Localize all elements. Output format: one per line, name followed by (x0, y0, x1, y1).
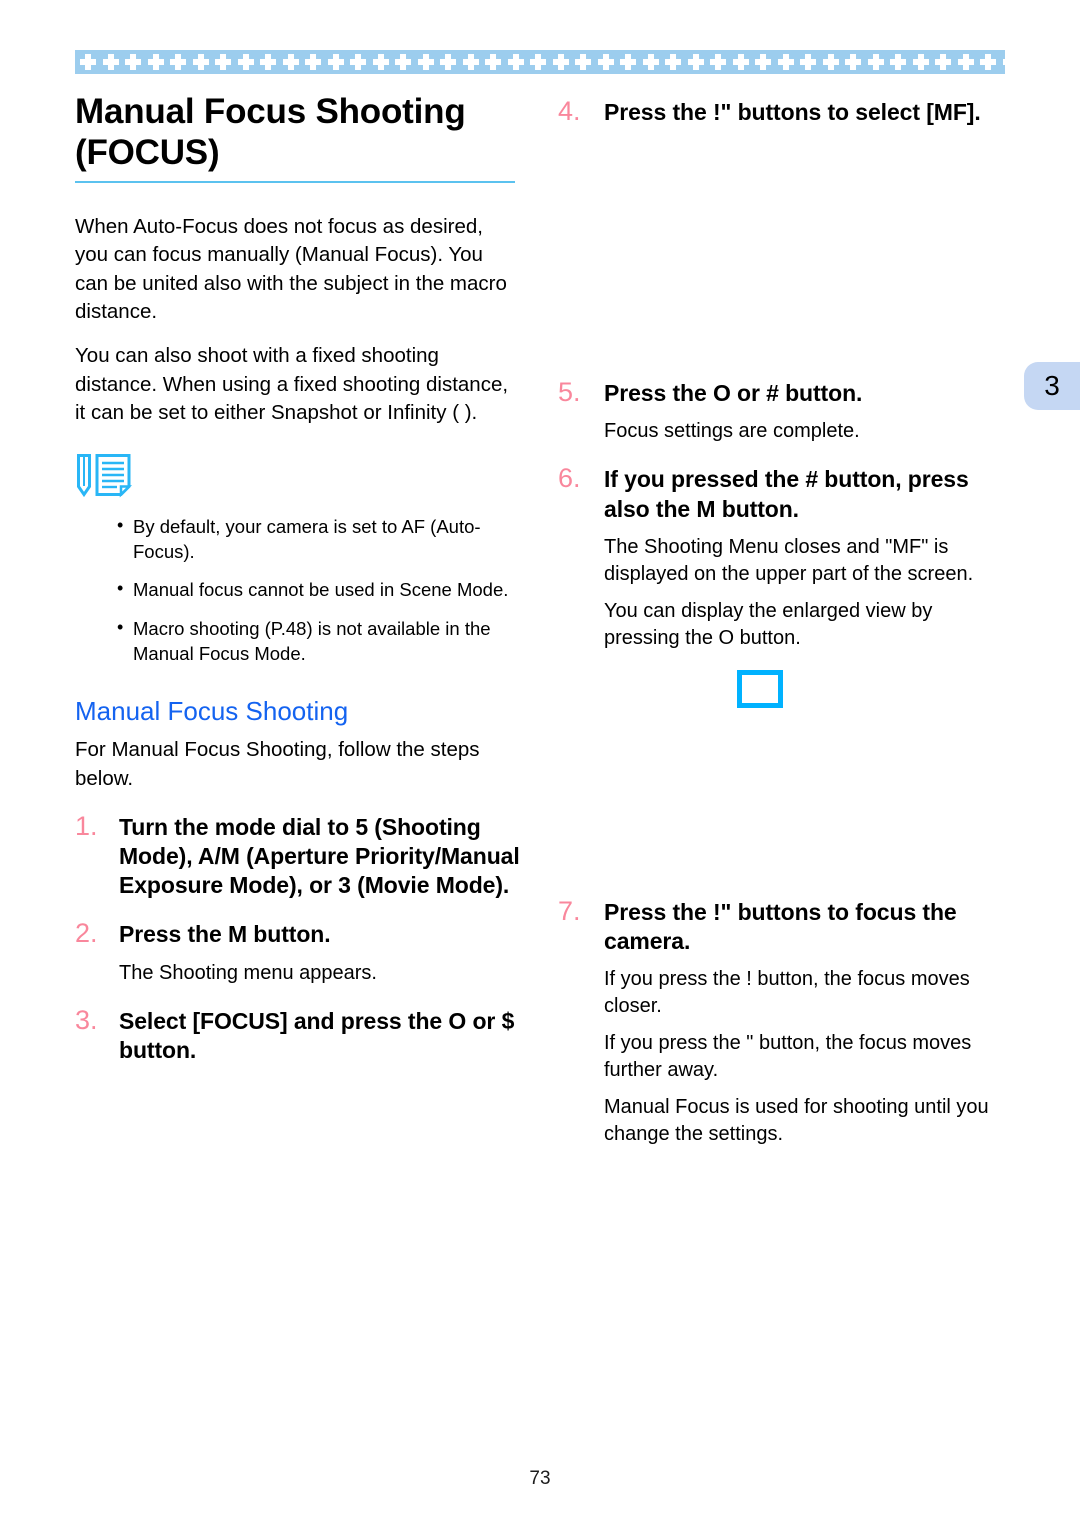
step-description: If you press the " button, the focus mov… (604, 1032, 972, 1082)
section-lead-paragraph: For Manual Focus Shooting, follow the st… (75, 738, 480, 790)
step-description: Focus settings are complete. (604, 420, 860, 443)
step-title: Press the !" buttons to select [MF]. (604, 99, 981, 125)
memo-note-item: Macro shooting (P.48) is not available i… (75, 616, 520, 666)
clover-motif-icon (417, 54, 434, 70)
clover-motif-icon (125, 54, 141, 70)
step-number: 3. (75, 1004, 98, 1035)
step-description: Manual Focus is used for shooting until … (604, 1096, 989, 1146)
clover-motif-icon (485, 54, 501, 70)
clover-motif-icon (507, 54, 524, 70)
step-item-5: 5. Press the O or # button. Focus settin… (558, 377, 1003, 445)
step-title: Select [FOCUS] and press the O or $ butt… (119, 1007, 515, 1063)
clover-motif-icon (710, 54, 726, 70)
memo-note-item: Manual focus cannot be used in Scene Mod… (75, 577, 520, 603)
clover-motif-icon (192, 54, 209, 70)
step-number: 1. (75, 810, 98, 841)
intro-paragraph-2: You can also shoot with a fixed shooting… (75, 344, 509, 424)
figure-placeholder-area (558, 708, 1003, 878)
figure-placeholder-area (558, 127, 1003, 359)
step-item-6: 6. If you pressed the # button, press al… (558, 463, 1003, 708)
manual-page: 3 Manual Focus Shooting (FOCUS) When Aut… (0, 0, 1080, 1528)
clover-motif-icon (575, 54, 591, 70)
intro-paragraph-1: When Auto-Focus does not focus as desire… (75, 215, 507, 324)
clover-motif-icon (102, 54, 119, 70)
chapter-tab: 3 (1024, 362, 1080, 410)
memo-note-list: By default, your camera is set to AF (Au… (75, 514, 520, 666)
step-description: You can display the enlarged view by pre… (604, 599, 933, 649)
clover-motif-icon (327, 54, 344, 70)
memo-note-icon (77, 454, 133, 498)
clover-motif-icon (1002, 54, 1005, 70)
step-item-1: 1. Turn the mode dial to 5 (Shooting Mod… (75, 810, 520, 901)
step-title: Turn the mode dial to 5 (Shooting Mode),… (119, 813, 520, 899)
clover-motif-icon (620, 54, 636, 70)
clover-motif-icon (732, 54, 749, 70)
step-title: Press the !" buttons to focus the camera… (604, 898, 957, 955)
step-item-7: 7. Press the !" buttons to focus the cam… (558, 895, 1003, 1148)
page-number: 73 (529, 1468, 551, 1489)
clover-motif-icon (845, 54, 861, 70)
step-number: 5. (558, 377, 581, 408)
clover-motif-icon (237, 54, 254, 70)
clover-motif-icon (282, 54, 299, 70)
step-number: 4. (558, 96, 581, 126)
step-title: If you pressed the # button, press also … (604, 466, 969, 522)
clover-motif-icon (912, 54, 929, 70)
decorative-motif-row (75, 50, 1005, 74)
page-title-line2: (FOCUS) (75, 132, 220, 172)
screen-placeholder-box (737, 669, 783, 708)
step-number: 7. (558, 895, 581, 926)
step-item-4: 4. Press the !" buttons to select [MF]. (558, 96, 1003, 127)
clover-motif-icon (687, 54, 704, 70)
right-column: 4. Press the !" buttons to select [MF]. … (558, 96, 1003, 1148)
clover-motif-icon (665, 54, 681, 70)
page-title-line1: Manual Focus Shooting (75, 92, 466, 131)
clover-motif-icon (980, 54, 996, 70)
chapter-tab-number: 3 (1044, 370, 1060, 401)
clover-motif-icon (395, 54, 411, 70)
clover-motif-icon (957, 54, 974, 70)
left-column: Manual Focus Shooting (FOCUS) When Auto-… (75, 92, 520, 1065)
clover-motif-icon (80, 54, 96, 70)
clover-motif-icon (440, 54, 456, 70)
clover-motif-icon (260, 54, 276, 70)
title-rule-divider (75, 181, 515, 184)
decorative-header-band (75, 50, 1005, 74)
clover-motif-icon (147, 54, 164, 70)
step-item-2: 2. Press the M button. The Shooting menu… (75, 918, 520, 986)
clover-motif-icon (755, 54, 771, 70)
clover-motif-icon (462, 54, 479, 70)
clover-motif-icon (305, 54, 321, 70)
step-description: The Shooting Menu closes and "MF" is dis… (604, 535, 974, 585)
step-number: 6. (558, 463, 581, 494)
clover-motif-icon (890, 54, 906, 70)
step-title: Press the M button. (119, 921, 331, 948)
memo-note-item: By default, your camera is set to AF (Au… (75, 514, 520, 564)
clover-motif-icon (777, 54, 794, 70)
clover-motif-icon (350, 54, 366, 70)
clover-motif-icon (170, 54, 186, 70)
page-title: Manual Focus Shooting (FOCUS) (75, 92, 520, 173)
step-description: The Shooting menu appears. (119, 961, 377, 984)
step-title: Press the O or # button. (604, 380, 863, 407)
step-number: 2. (75, 918, 98, 949)
clover-motif-icon (552, 54, 569, 70)
section-heading: Manual Focus Shooting (75, 696, 349, 727)
memo-note-block: By default, your camera is set to AF (Au… (75, 453, 520, 666)
clover-motif-icon (800, 54, 816, 70)
clover-motif-icon (935, 54, 951, 70)
clover-motif-icon (867, 54, 884, 70)
step-item-3: 3. Select [FOCUS] and press the O or $ b… (75, 1004, 520, 1065)
step-description: If you press the ! button, the focus mov… (604, 968, 970, 1018)
clover-motif-icon (822, 54, 839, 70)
clover-motif-icon (642, 54, 659, 70)
clover-motif-icon (215, 54, 231, 70)
clover-motif-icon (372, 54, 389, 70)
clover-motif-icon (597, 54, 614, 70)
clover-motif-icon (530, 54, 546, 70)
